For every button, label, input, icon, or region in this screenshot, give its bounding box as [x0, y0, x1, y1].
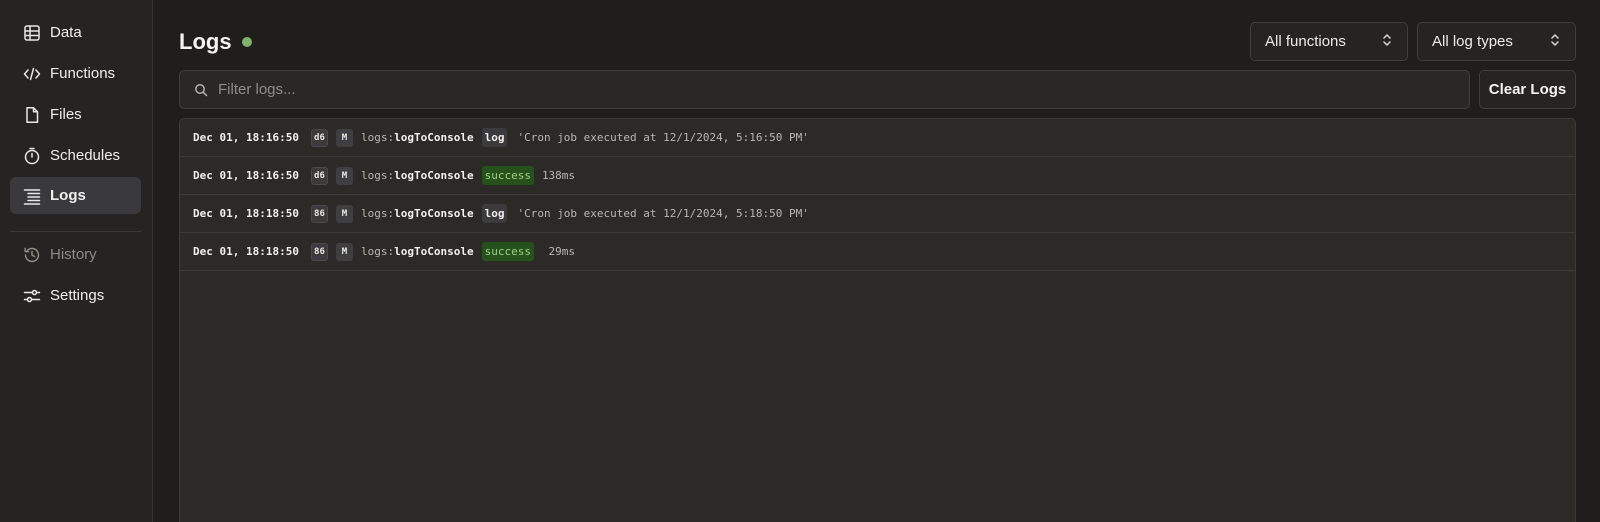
- sidebar-item-label: Settings: [50, 287, 105, 304]
- sidebar-item-history[interactable]: History: [10, 236, 141, 273]
- log-function-path: logs:logToConsole: [361, 169, 474, 182]
- code-icon: [22, 64, 42, 84]
- log-request-id-badge: d6: [310, 128, 328, 147]
- sidebar-item-logs[interactable]: Logs: [10, 177, 141, 214]
- search-icon: [194, 83, 208, 97]
- log-duration: 29ms: [541, 245, 576, 258]
- log-timestamp: Dec 01, 18:18:50: [193, 245, 299, 258]
- log-function-type-badge: M: [335, 204, 353, 223]
- log-timestamp: Dec 01, 18:16:50: [193, 131, 299, 144]
- table-icon: [22, 23, 42, 43]
- sidebar-item-label: Schedules: [50, 147, 121, 164]
- log-row[interactable]: Dec 01, 18:18:50 86 M logs:logToConsole …: [180, 195, 1575, 233]
- log-level-badge: log: [481, 128, 508, 147]
- updown-chevron-icon: [1381, 33, 1393, 51]
- log-module-prefix: logs:: [360, 169, 395, 182]
- sidebar-item-label: History: [50, 246, 97, 263]
- sidebar-item-schedules[interactable]: Schedules: [10, 137, 141, 174]
- log-level-badge: log: [481, 204, 508, 223]
- sidebar-item-label: Logs: [50, 187, 86, 204]
- clear-logs-button[interactable]: Clear Logs: [1479, 70, 1576, 109]
- log-status-badge: success: [481, 166, 534, 185]
- log-module-prefix: logs:: [360, 245, 395, 258]
- sidebar-item-label: Functions: [50, 65, 116, 82]
- log-types-select[interactable]: All log types: [1417, 22, 1576, 61]
- log-function-type-badge: M: [335, 242, 353, 261]
- log-function-path: logs:logToConsole: [361, 207, 474, 220]
- log-module-prefix: logs:: [360, 131, 395, 144]
- log-types-select-value: All log types: [1432, 33, 1513, 50]
- sidebar: Data Functions Files Schedules Logs Hist…: [0, 0, 153, 522]
- sidebar-divider: [10, 231, 141, 232]
- logs-list: Dec 01, 18:16:50 d6 M logs:logToConsole …: [179, 118, 1576, 522]
- stopwatch-icon: [22, 146, 42, 166]
- sliders-icon: [22, 286, 42, 306]
- list-icon: [22, 186, 42, 206]
- filter-logs-field[interactable]: [179, 70, 1470, 109]
- log-function-type-badge: M: [335, 166, 353, 185]
- filter-logs-input[interactable]: [216, 80, 1469, 99]
- log-request-id-badge: d6: [310, 166, 328, 185]
- sidebar-item-functions[interactable]: Functions: [10, 55, 141, 92]
- log-request-id-badge: 86: [310, 242, 328, 261]
- functions-select-value: All functions: [1265, 33, 1346, 50]
- log-timestamp: Dec 01, 18:16:50: [193, 169, 299, 182]
- log-function-name: logToConsole: [394, 245, 474, 258]
- updown-chevron-icon: [1549, 33, 1561, 51]
- page-title: Logs: [179, 29, 232, 54]
- sidebar-item-label: Data: [50, 24, 82, 41]
- page-title-group: Logs: [179, 29, 252, 55]
- history-icon: [22, 245, 42, 265]
- log-status-badge: success: [481, 242, 534, 261]
- sidebar-item-settings[interactable]: Settings: [10, 277, 141, 314]
- status-indicator: [241, 37, 252, 47]
- log-function-name: logToConsole: [394, 207, 474, 220]
- log-row[interactable]: Dec 01, 18:16:50 d6 M logs:logToConsole …: [180, 157, 1575, 195]
- log-timestamp: Dec 01, 18:18:50: [193, 207, 299, 220]
- log-function-name: logToConsole: [394, 131, 474, 144]
- log-row[interactable]: Dec 01, 18:18:50 86 M logs:logToConsole …: [180, 233, 1575, 271]
- log-function-name: logToConsole: [394, 169, 474, 182]
- log-function-path: logs:logToConsole: [361, 131, 474, 144]
- log-function-type-badge: M: [335, 128, 353, 147]
- log-row[interactable]: Dec 01, 18:16:50 d6 M logs:logToConsole …: [180, 119, 1575, 157]
- functions-select[interactable]: All functions: [1250, 22, 1408, 61]
- sidebar-item-data[interactable]: Data: [10, 14, 141, 51]
- log-request-id-badge: 86: [310, 204, 328, 223]
- log-function-path: logs:logToConsole: [361, 245, 474, 258]
- log-message: 'Cron job executed at 12/1/2024, 5:18:50…: [517, 207, 809, 220]
- log-duration: 138ms: [541, 169, 576, 182]
- sidebar-item-files[interactable]: Files: [10, 96, 141, 133]
- log-module-prefix: logs:: [360, 207, 395, 220]
- log-message: 'Cron job executed at 12/1/2024, 5:16:50…: [517, 131, 809, 144]
- file-icon: [22, 105, 42, 125]
- sidebar-item-label: Files: [50, 106, 82, 123]
